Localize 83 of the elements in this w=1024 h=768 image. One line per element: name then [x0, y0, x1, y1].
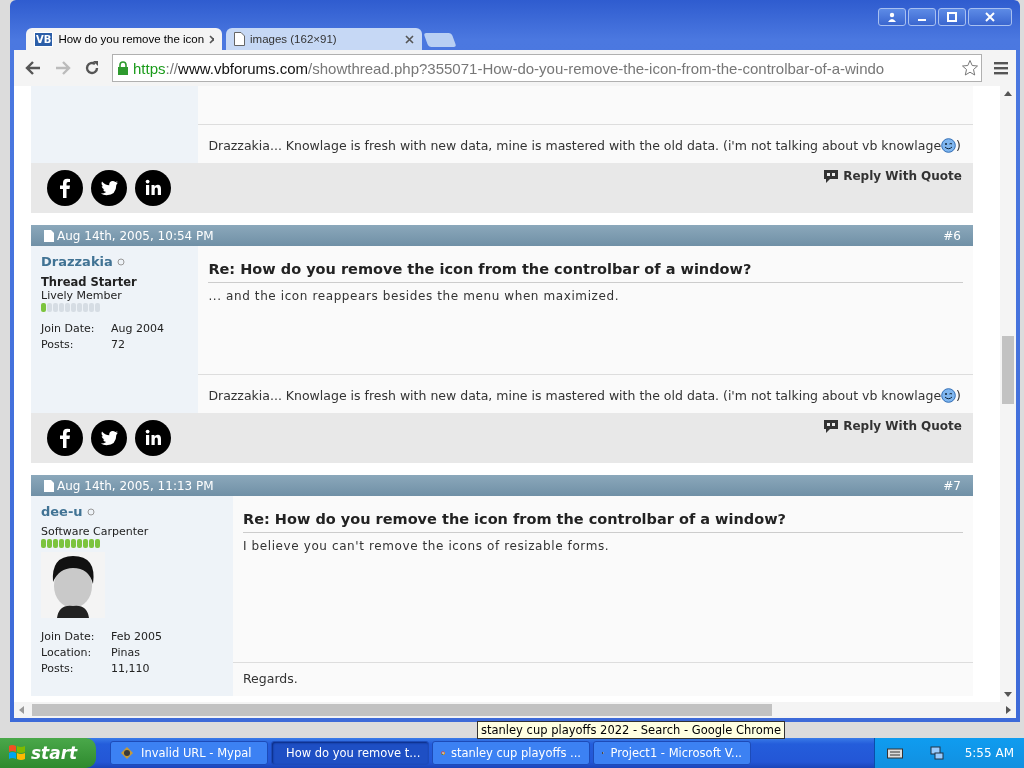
scrollbar-thumb[interactable] [32, 704, 772, 716]
person-icon [887, 12, 897, 22]
user-rank: Thread Starter [41, 275, 137, 289]
post-date: Aug 14th, 2005, 10:54 PM [57, 228, 214, 243]
clock: 5:55 AM [964, 746, 1014, 760]
smiley-icon [941, 138, 957, 153]
stat-value: 72 [111, 338, 126, 351]
windows-logo-icon [8, 744, 26, 762]
network-icon[interactable] [928, 745, 945, 761]
signature-text: Drazzakia... Knowlage is fresh with new data, mine is mastered with the old data. (i'm not talking about vb knowlage [208, 138, 942, 153]
stat-value: 11,110 [111, 662, 151, 675]
browser-tab[interactable]: VB How do you remove the icon [26, 28, 222, 50]
post-number-link[interactable]: #7 [943, 478, 961, 493]
taskbar-button[interactable]: stanley cup playoffs ... [432, 741, 590, 765]
back-icon[interactable] [24, 60, 42, 76]
minimize-button[interactable] [908, 8, 936, 26]
signature-text: Drazzakia... Knowlage is fresh with new data, mine is mastered with the old data. (i'm not talking about vb knowlage [208, 388, 942, 403]
scrollbar-thumb[interactable] [1002, 336, 1014, 404]
taskbar-button[interactable]: Project1 - Microsoft V... [593, 741, 751, 765]
new-tab-button[interactable] [423, 33, 457, 47]
scroll-up-icon[interactable] [1004, 90, 1012, 96]
signature-text: ) [956, 388, 961, 403]
stat-label: Location: [41, 646, 93, 659]
reply-with-quote-link[interactable]: Reply With Quote [824, 419, 962, 433]
username-link[interactable]: Drazzakia [41, 254, 113, 269]
menu-icon[interactable] [994, 61, 1008, 75]
profile-button[interactable] [878, 8, 906, 26]
start-button[interactable]: start [0, 738, 96, 768]
address-bar[interactable]: https://www.vbforums.com/showthread.php?355071-How-do-you-remove-the-icon-from-the-controlbar-of-a-windo [112, 54, 982, 82]
signature-text: Regards. [243, 671, 298, 686]
facebook-icon[interactable] [47, 420, 83, 456]
scroll-down-icon[interactable] [1004, 692, 1012, 698]
twitter-icon[interactable] [91, 420, 127, 456]
stat-value: Aug 2004 [111, 322, 164, 335]
taskbar-button[interactable]: Invalid URL - Mypal [110, 741, 268, 765]
linkedin-icon[interactable] [135, 170, 171, 206]
stat-label: Posts: [41, 662, 75, 675]
post-title: Re: How do you remove the icon from the controlbar of a window? [243, 496, 963, 533]
reload-icon[interactable] [84, 60, 100, 76]
close-button[interactable] [968, 8, 1012, 26]
keyboard-icon[interactable] [886, 747, 903, 759]
speech-bubble-icon [824, 419, 839, 433]
app-icon [119, 745, 135, 761]
username-link[interactable]: dee-u [41, 504, 83, 519]
post-message: I believe you can't remove the icons of resizable forms. [243, 538, 611, 555]
document-icon [44, 479, 54, 492]
post-message: ... and the icon reappears besides the menu when maximized. [208, 288, 621, 305]
maximize-icon [947, 12, 957, 22]
scroll-right-icon[interactable] [1006, 706, 1012, 714]
stat-label: Posts: [41, 338, 75, 351]
bookmark-star-icon[interactable] [961, 59, 979, 77]
linkedin-icon[interactable] [135, 420, 171, 456]
smiley-icon [941, 388, 957, 403]
post-date: Aug 14th, 2005, 11:13 PM [57, 478, 214, 493]
user-title: Lively Member [41, 289, 122, 302]
maximize-button[interactable] [938, 8, 966, 26]
stat-value: Feb 2005 [111, 630, 162, 643]
horizontal-scrollbar[interactable] [14, 702, 1016, 718]
offline-status-icon [86, 507, 95, 516]
stat-value: Pinas [111, 646, 141, 659]
page-icon [234, 32, 245, 46]
offline-status-icon [116, 257, 125, 266]
stat-label: Join Date: [41, 630, 96, 643]
speech-bubble-icon [824, 169, 839, 183]
taskbar-button[interactable]: How do you remove t... [271, 741, 429, 765]
user-title: Software Carpenter [41, 525, 149, 538]
reply-with-quote-link[interactable]: Reply With Quote [824, 169, 962, 183]
lock-icon [117, 61, 129, 75]
post-number-link[interactable]: #6 [943, 228, 961, 243]
scroll-left-icon[interactable] [18, 706, 24, 714]
post-title: Re: How do you remove the icon from the controlbar of a window? [208, 246, 963, 283]
tooltip: stanley cup playoffs 2022 - Search - Google Chrome [477, 721, 786, 739]
browser-tab[interactable]: images (162×91) [226, 28, 422, 50]
close-tab-icon[interactable] [405, 34, 414, 44]
document-icon [44, 229, 54, 242]
facebook-icon[interactable] [47, 170, 83, 206]
stat-label: Join Date: [41, 322, 96, 335]
minimize-icon [918, 19, 926, 21]
twitter-icon[interactable] [91, 170, 127, 206]
close-icon [985, 12, 995, 22]
close-tab-icon[interactable] [209, 34, 214, 44]
site-logo: VB [34, 31, 54, 47]
signature-text: ) [956, 138, 961, 153]
